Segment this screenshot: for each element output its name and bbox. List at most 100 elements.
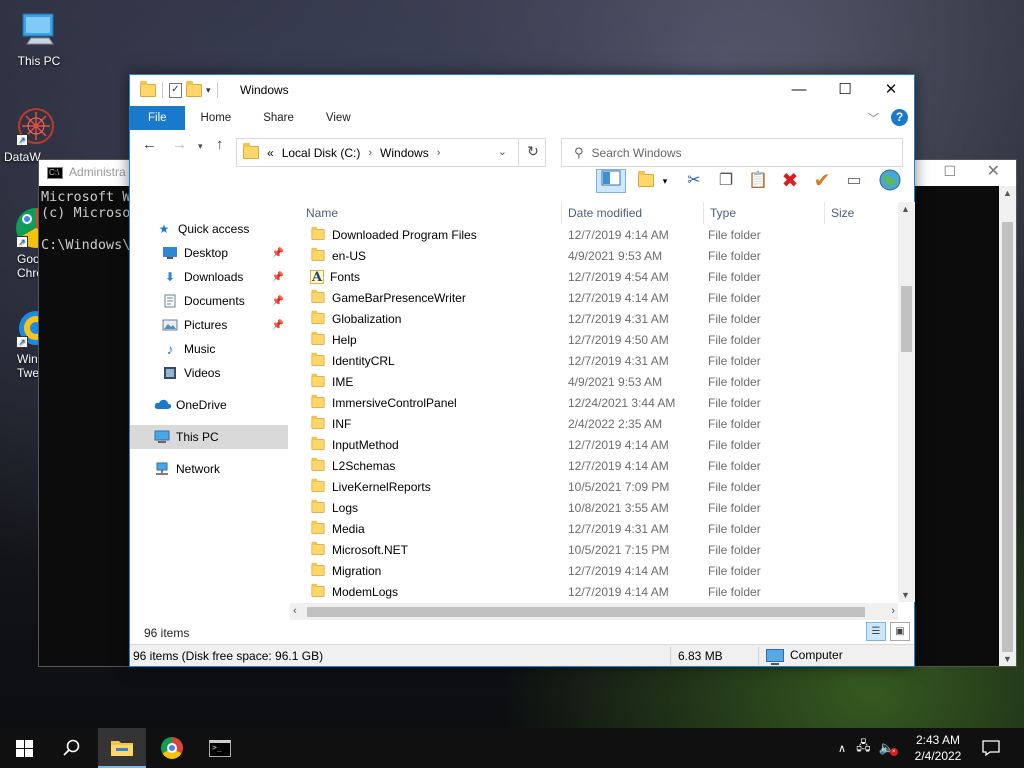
details-view-icon[interactable]: ☰: [866, 622, 886, 641]
table-row[interactable]: IME 4/9/2021 9:53 AM File folder: [300, 371, 898, 392]
refresh-button[interactable]: ↻: [518, 138, 547, 167]
expand-ribbon-icon[interactable]: ﹀: [868, 110, 879, 126]
explorer-titlebar[interactable]: ✓ ▾ Windows — ☐ ✕: [130, 75, 914, 106]
pin-icon[interactable]: 📌: [272, 296, 284, 307]
close-button[interactable]: ✕: [868, 75, 914, 105]
cut-icon[interactable]: ✂: [682, 169, 706, 193]
network-icon[interactable]: 🖧: [856, 737, 871, 759]
customize-qat-icon[interactable]: ▾: [206, 85, 211, 96]
column-header-date-modified[interactable]: Date modified: [562, 202, 704, 224]
help-icon[interactable]: ?: [891, 109, 908, 126]
back-arrow-icon[interactable]: ←: [142, 136, 157, 153]
desktop-icon-this-pc[interactable]: This PC: [4, 10, 74, 68]
table-row[interactable]: Media 12/7/2019 4:31 AM File folder: [300, 518, 898, 539]
table-row[interactable]: InputMethod 12/7/2019 4:14 AM File folder: [300, 434, 898, 455]
pin-icon[interactable]: 📌: [272, 248, 284, 259]
properties-icon[interactable]: ✓: [169, 82, 182, 98]
address-dropdown-icon[interactable]: ⌄: [498, 145, 507, 158]
chevron-right-icon[interactable]: ›: [437, 147, 441, 159]
clock[interactable]: 2:43 AM 2/4/2022: [906, 732, 970, 764]
preview-pane-button[interactable]: [596, 169, 626, 193]
new-folder-icon[interactable]: [186, 80, 202, 97]
scroll-right-icon[interactable]: ›: [891, 605, 895, 617]
dropdown-icon[interactable]: ▾: [658, 169, 672, 193]
volume-muted-icon[interactable]: 🔈 ×: [879, 740, 898, 756]
tab-view[interactable]: View: [310, 106, 367, 130]
table-row[interactable]: IdentityCRL 12/7/2019 4:31 AM File folder: [300, 350, 898, 371]
vertical-scrollbar[interactable]: ▲ ▼: [898, 202, 915, 602]
check-icon[interactable]: ✔: [810, 169, 834, 193]
chevron-right-icon[interactable]: ›: [368, 147, 372, 159]
nav-item-onedrive[interactable]: OneDrive: [130, 393, 288, 417]
nav-item-quick-access[interactable]: ★ Quick access: [130, 217, 288, 241]
maximize-button[interactable]: ☐: [822, 75, 868, 105]
column-header-type[interactable]: Type: [704, 202, 825, 224]
breadcrumb-local-disk[interactable]: Local Disk (C:): [282, 146, 361, 160]
paste-icon[interactable]: 📋: [746, 169, 770, 193]
pin-icon[interactable]: 📌: [272, 320, 284, 331]
nav-item-pictures[interactable]: Pictures 📌: [130, 313, 288, 337]
taskbar-cmd[interactable]: >_: [196, 728, 244, 768]
scroll-thumb[interactable]: [1002, 222, 1013, 652]
start-button[interactable]: [0, 728, 48, 768]
horizontal-scrollbar[interactable]: ‹ ›: [290, 603, 898, 620]
rename-icon[interactable]: ▭: [842, 169, 866, 193]
desktop-icon-winaero[interactable]: ↗ Win Twe: [0, 308, 53, 380]
close-icon[interactable]: ✕: [987, 161, 1000, 181]
address-bar[interactable]: « Local Disk (C:) › Windows › ⌄: [236, 138, 546, 167]
scroll-left-icon[interactable]: ‹: [293, 605, 297, 617]
explorer-window[interactable]: ✓ ▾ Windows — ☐ ✕ File Home Share View ﹀…: [129, 74, 915, 667]
column-header-size[interactable]: Size: [825, 202, 895, 224]
large-icons-view-icon[interactable]: ▣: [890, 622, 910, 641]
taskbar-file-explorer[interactable]: [98, 728, 146, 768]
desktop-icon-dataw[interactable]: ↗ DataW: [0, 106, 54, 164]
minimize-button[interactable]: —: [776, 75, 822, 105]
tab-share[interactable]: Share: [247, 106, 310, 130]
copy-icon[interactable]: ❐: [714, 169, 738, 193]
search-input[interactable]: [591, 145, 872, 160]
notifications-button[interactable]: [968, 728, 1014, 768]
scroll-down-icon[interactable]: ▼: [901, 590, 910, 600]
search-button[interactable]: [48, 728, 96, 768]
table-row[interactable]: GameBarPresenceWriter 12/7/2019 4:14 AM Fi…: [300, 287, 898, 308]
search-box[interactable]: ⚲: [561, 138, 903, 167]
scroll-thumb[interactable]: [307, 607, 865, 617]
recent-locations-icon[interactable]: ▾: [198, 141, 203, 152]
nav-item-this-pc[interactable]: This PC: [130, 425, 288, 449]
table-row[interactable]: Help 12/7/2019 4:50 AM File folder: [300, 329, 898, 350]
table-row[interactable]: ImmersiveControlPanel 12/24/2021 3:44 AM F…: [300, 392, 898, 413]
chevron-up-icon[interactable]: ∧: [838, 742, 846, 755]
forward-arrow-icon[interactable]: →: [172, 136, 187, 153]
scroll-down-icon[interactable]: ▼: [1003, 654, 1012, 664]
nav-item-downloads[interactable]: ⬇ Downloads 📌: [130, 265, 288, 289]
taskbar-chrome[interactable]: [148, 728, 196, 768]
table-row[interactable]: Downloaded Program Files 12/7/2019 4:14 A…: [300, 224, 898, 245]
scroll-thumb[interactable]: [901, 286, 912, 352]
scroll-up-icon[interactable]: ▲: [1003, 188, 1012, 198]
breadcrumb-overflow[interactable]: «: [267, 146, 274, 160]
tab-home[interactable]: Home: [185, 106, 248, 130]
maximize-icon[interactable]: ☐: [943, 163, 956, 180]
nav-item-videos[interactable]: Videos: [130, 361, 288, 385]
nav-item-desktop[interactable]: Desktop 📌: [130, 241, 288, 265]
scroll-up-icon[interactable]: ▲: [901, 204, 910, 214]
delete-icon[interactable]: ✖: [778, 169, 802, 193]
table-row[interactable]: INF 2/4/2022 2:35 AM File folder: [300, 413, 898, 434]
cmd-scrollbar[interactable]: ▲ ▼: [999, 186, 1016, 666]
table-row[interactable]: ModemLogs 12/7/2019 4:14 AM File folder: [300, 581, 898, 602]
new-folder-button[interactable]: [634, 169, 658, 193]
table-row[interactable]: en-US 4/9/2021 9:53 AM File folder: [300, 245, 898, 266]
table-row[interactable]: L2Schemas 12/7/2019 4:14 AM File folder: [300, 455, 898, 476]
table-row[interactable]: A Fonts 12/7/2019 4:54 AM File folder: [300, 266, 898, 287]
table-row[interactable]: Globalization 12/7/2019 4:31 AM File folde…: [300, 308, 898, 329]
nav-item-documents[interactable]: Documents 📌: [130, 289, 288, 313]
tab-file[interactable]: File: [130, 106, 185, 130]
globe-button[interactable]: [878, 169, 902, 193]
table-row[interactable]: Migration 12/7/2019 4:14 AM File folder: [300, 560, 898, 581]
desktop-icon-chrome[interactable]: ↗ Goo Chro: [0, 208, 56, 280]
up-arrow-icon[interactable]: ↑: [216, 136, 224, 153]
table-row[interactable]: Microsoft.NET 10/5/2021 7:15 PM File folde…: [300, 539, 898, 560]
column-header-name[interactable]: Name: [300, 202, 562, 224]
nav-item-music[interactable]: ♪ Music: [130, 337, 288, 361]
table-row[interactable]: LiveKernelReports 10/5/2021 7:09 PM File f…: [300, 476, 898, 497]
